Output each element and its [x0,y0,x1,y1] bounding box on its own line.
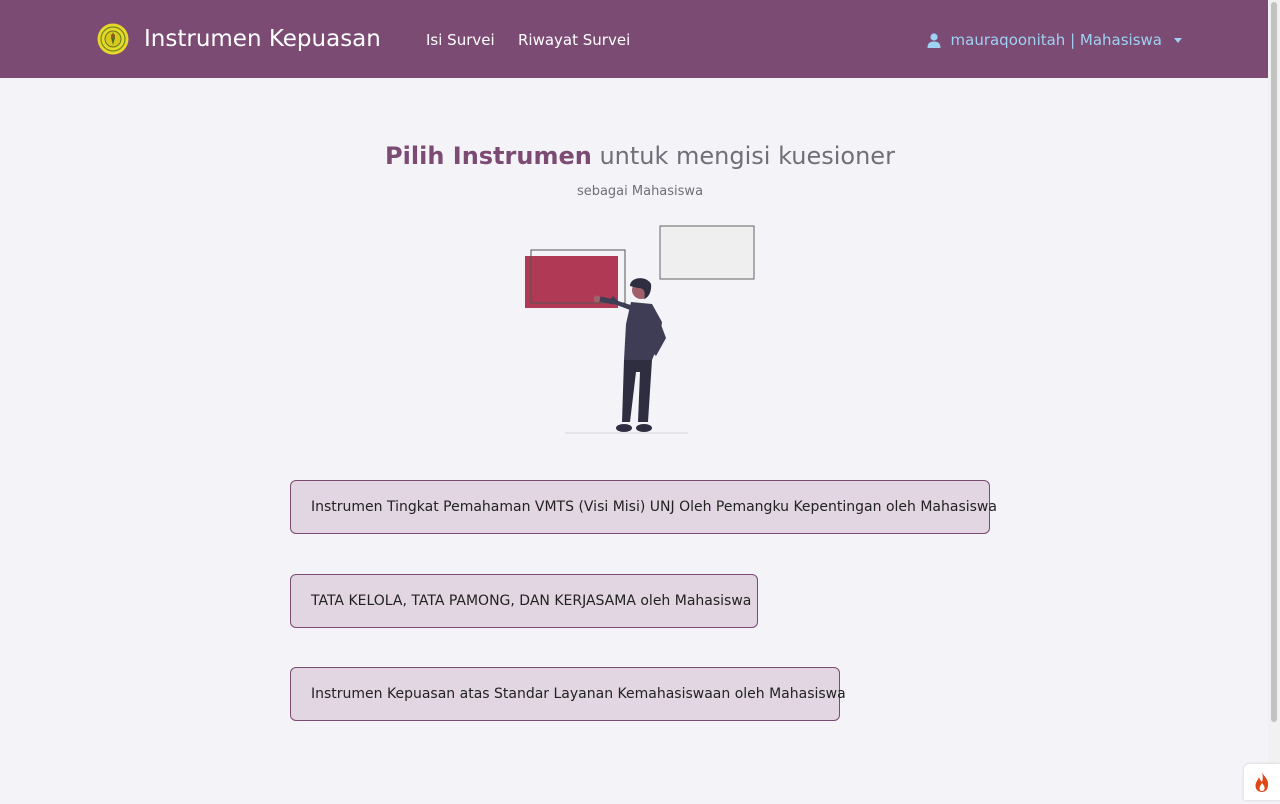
nav-isi-survei[interactable]: Isi Survei [426,30,495,50]
nav-riwayat-survei[interactable]: Riwayat Survei [518,30,630,50]
scrollbar[interactable] [1268,0,1280,800]
user-dropdown[interactable]: mauraqoonitah | Mahasiswa [927,29,1182,51]
caret-down-icon [1174,37,1182,43]
flame-icon [1255,772,1269,792]
debug-toolbar-badge[interactable] [1244,764,1280,800]
page-subtitle: sebagai Mahasiswa [576,184,704,199]
user-icon [927,32,941,48]
presenter-illustration [525,225,755,434]
instrument-button-kemahasiswaan[interactable]: Instrumen Kepuasan atas Standar Layanan … [290,667,846,721]
heading-emphasis: Pilih Instrumen [385,142,592,170]
page-heading: Pilih Instrumen untuk mengisi kuesioner [0,140,1280,172]
university-seal-logo[interactable] [97,23,129,55]
top-navbar: Instrumen Kepuasan Isi Survei Riwayat Su… [0,0,1268,78]
instrument-button-tata-kelola[interactable]: TATA KELOLA, TATA PAMONG, DAN KERJASAMA … [290,574,758,628]
user-label: mauraqoonitah | Mahasiswa [950,31,1162,49]
heading-rest: untuk mengisi kuesioner [599,142,895,170]
instrument-button-vmts[interactable]: Instrumen Tingkat Pemahaman VMTS (Visi M… [290,480,997,534]
scrollbar-thumb[interactable] [1271,2,1277,722]
app-title[interactable]: Instrumen Kepuasan [144,24,381,54]
